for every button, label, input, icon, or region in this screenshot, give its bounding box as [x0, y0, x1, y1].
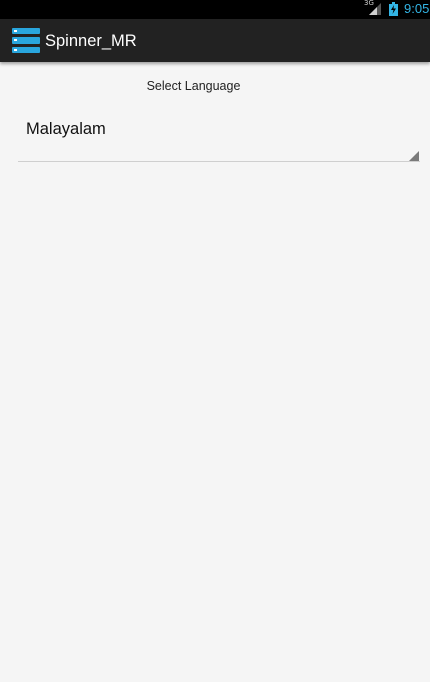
- app-title: Spinner_MR: [45, 32, 137, 50]
- signal-bars-icon: [369, 3, 381, 15]
- action-bar: Spinner_MR: [0, 19, 430, 62]
- language-spinner[interactable]: Malayalam: [18, 108, 420, 162]
- select-language-label: Select Language: [146, 79, 241, 93]
- spinner-selected-value: Malayalam: [26, 120, 106, 138]
- status-clock: 9:05: [404, 1, 430, 16]
- app-screen: 3G 9:05 Spinner_MR Select Language Malay…: [0, 0, 430, 682]
- battery-charging-icon: [389, 2, 398, 16]
- app-launcher-icon[interactable]: [12, 28, 40, 53]
- spinner-underline: [18, 161, 420, 162]
- dropdown-triangle-icon: [409, 151, 419, 161]
- status-bar: 3G 9:05: [0, 0, 430, 19]
